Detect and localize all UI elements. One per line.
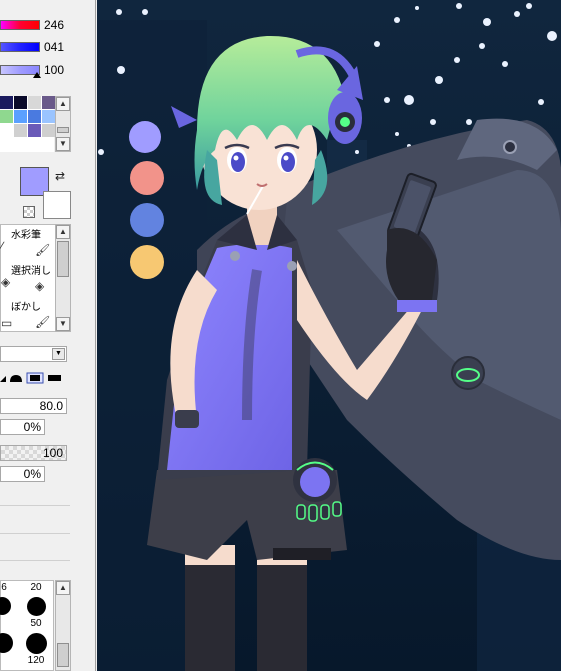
color-swatch-grid [0, 96, 55, 152]
size-preset[interactable] [0, 597, 11, 615]
brush-size-field[interactable]: 80.0 [0, 398, 67, 414]
size-label: 6 [1, 582, 7, 593]
select-eraser-icon[interactable]: ◈ [35, 279, 44, 293]
color-swatch[interactable] [28, 124, 41, 137]
density-slider[interactable]: 100 [0, 445, 67, 461]
sub-color[interactable] [43, 191, 71, 219]
value-value[interactable]: 100 [44, 63, 70, 77]
color-swatch[interactable] [28, 110, 41, 123]
eraser-icon[interactable]: ◈ [1, 275, 10, 289]
tool-list: ∕ 水彩筆 🖌 ◈ 選択消し ◈ ▭ ぼかし 🖌 [0, 224, 56, 332]
scroll-thumb[interactable] [57, 127, 69, 133]
color-swatch[interactable] [0, 124, 13, 137]
left-leg [185, 560, 235, 671]
color-swatch[interactable] [42, 124, 55, 137]
palette-color-blue [130, 203, 164, 237]
tool-watercolor[interactable]: 水彩筆 [11, 230, 41, 242]
palette-color-yellow [130, 245, 164, 279]
tool-blur[interactable]: ぼかし [11, 302, 41, 314]
color-swatch[interactable] [0, 110, 13, 123]
pen-icon[interactable]: ∕ [1, 239, 3, 253]
size-label: 50 [30, 618, 42, 629]
hue-value[interactable]: 246 [44, 18, 70, 32]
color-swatch[interactable] [42, 96, 55, 109]
blend-mode-select[interactable]: ▼ [0, 346, 67, 362]
color-swatch[interactable] [14, 96, 27, 109]
size-preset[interactable] [26, 633, 47, 654]
right-leg [257, 560, 307, 671]
scroll-down-icon[interactable]: ▼ [56, 137, 70, 151]
color-swatch[interactable] [0, 96, 13, 109]
color-swatch[interactable] [14, 110, 27, 123]
size-label: 20 [30, 582, 42, 593]
illustration [97, 0, 561, 671]
scroll-up-icon[interactable]: ▲ [56, 581, 70, 595]
color-swatch[interactable] [14, 124, 27, 137]
blur-brush-icon[interactable]: 🖌 [35, 315, 50, 329]
tool-select-eraser[interactable]: 選択消し [11, 266, 51, 278]
scroll-down-icon[interactable]: ▼ [56, 317, 70, 331]
scroll-up-icon[interactable]: ▲ [56, 225, 70, 239]
saturation-bar[interactable] [0, 42, 40, 52]
size-label: 120 [27, 655, 45, 666]
divider [0, 533, 70, 534]
palette-color-purple [129, 121, 161, 153]
transparent-color-icon[interactable] [23, 206, 35, 218]
smudge-icon[interactable]: ▭ [1, 316, 12, 330]
tool-panel: 246 041 100 ▲ ▼ ⇄ ∕ 水彩筆 🖌 ◈ 選択消し ◈ ▭ ぼかし… [0, 0, 96, 671]
brush-shape-icons[interactable] [0, 369, 70, 385]
chevron-down-icon[interactable]: ▼ [52, 348, 65, 360]
brush-shape-row [0, 369, 70, 385]
color-swatch[interactable] [28, 96, 41, 109]
size-scrollbar[interactable]: ▲ [55, 580, 71, 671]
scroll-thumb[interactable] [57, 241, 69, 277]
swatch-scrollbar[interactable]: ▲ ▼ [55, 96, 71, 152]
brush-size-presets: 6 20 50 120 [0, 580, 54, 671]
scroll-thumb[interactable] [57, 643, 69, 667]
tool-scrollbar[interactable]: ▲ ▼ [55, 224, 71, 332]
divider [0, 560, 70, 561]
swap-colors-icon[interactable]: ⇄ [55, 170, 65, 182]
color-swatch[interactable] [42, 110, 55, 123]
saturation-value[interactable]: 041 [44, 40, 70, 54]
value-slider-handle[interactable] [33, 72, 41, 78]
divider [0, 505, 70, 506]
drawing-canvas[interactable] [97, 0, 561, 671]
size-preset[interactable] [0, 633, 13, 653]
scroll-up-icon[interactable]: ▲ [56, 97, 70, 111]
palette-color-salmon [130, 161, 164, 195]
size-preset[interactable] [27, 597, 46, 616]
watercolor-brush-icon[interactable]: 🖌 [35, 243, 50, 257]
hue-bar[interactable] [0, 20, 40, 30]
min-density-field[interactable]: 0% [0, 466, 45, 482]
min-size-field[interactable]: 0% [0, 419, 45, 435]
